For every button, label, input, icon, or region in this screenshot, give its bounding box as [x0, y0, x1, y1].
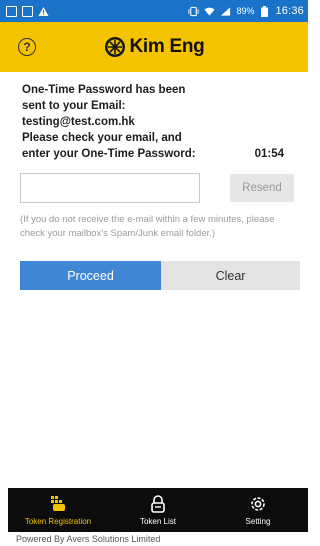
status-time: 16:36: [275, 5, 304, 17]
help-icon: ?: [23, 40, 31, 54]
status-bar: 89% 16:36: [0, 0, 308, 22]
message-line: Please check your email, and: [22, 132, 182, 144]
nav-label: Token Registration: [24, 517, 92, 526]
message-email: testing@test.com.hk: [22, 116, 135, 128]
nav-label: Token List: [139, 517, 177, 526]
notification-square-icon: [6, 5, 17, 17]
battery-icon: [259, 5, 270, 17]
nav-token-registration[interactable]: Token Registration: [8, 488, 108, 532]
photo-notification-icon: [22, 5, 33, 17]
resend-button[interactable]: Resend: [230, 174, 294, 202]
nav-setting[interactable]: Setting: [208, 488, 308, 532]
help-button[interactable]: ?: [18, 38, 36, 56]
clear-button[interactable]: Clear: [161, 261, 300, 290]
warning-icon: [38, 6, 49, 17]
wifi-icon: [204, 6, 215, 17]
lock-icon: [151, 495, 165, 513]
app-header: ? Kim Eng: [0, 22, 308, 72]
mute-vibrate-icon: [188, 6, 199, 17]
spam-folder-note: (If you do not receive the e-mail within…: [20, 214, 275, 239]
footer-credit: Powered By Avers Solutions Limited: [16, 534, 161, 544]
status-right-icons: 89% 16:36: [188, 5, 304, 17]
message-line: enter your One-Time Password:: [22, 148, 196, 160]
otp-message: One-Time Password has been sent to your …: [22, 82, 292, 162]
bottom-nav: Token Registration Token List Setting: [8, 488, 308, 532]
status-left-icons: [6, 5, 49, 17]
countdown-timer: 01:54: [254, 148, 284, 160]
message-line: sent to your Email:: [22, 100, 126, 112]
brand: Kim Eng: [104, 36, 205, 58]
otp-input[interactable]: [20, 173, 200, 203]
brand-name: Kim Eng: [129, 36, 205, 57]
token-registration-icon: [51, 496, 65, 511]
kim-eng-logo-icon: [104, 37, 125, 57]
battery-percent: 89%: [236, 6, 255, 16]
proceed-button[interactable]: Proceed: [20, 261, 161, 290]
message-line: One-Time Password has been: [22, 84, 186, 96]
signal-icon: [220, 6, 231, 17]
nav-token-list[interactable]: Token List: [108, 488, 208, 532]
nav-label: Setting: [245, 517, 271, 526]
gear-icon: [251, 497, 265, 511]
